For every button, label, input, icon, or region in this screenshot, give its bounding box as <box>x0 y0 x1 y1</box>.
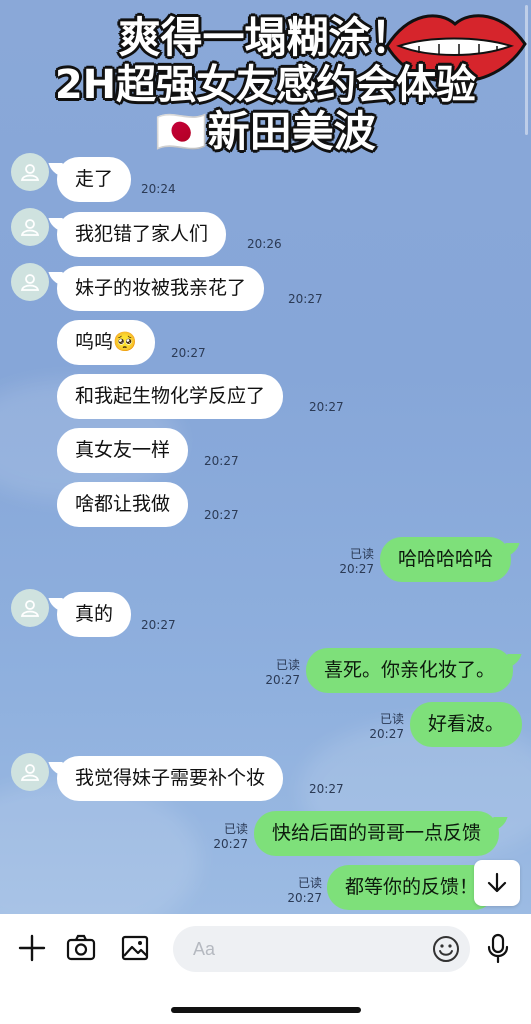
camera-icon <box>66 934 96 961</box>
message-time: 20:27 <box>204 454 239 468</box>
message-bubble[interactable]: 快给后面的哥哥一点反馈 <box>254 811 500 856</box>
message-bubble[interactable]: 走了 <box>57 157 132 202</box>
person-icon <box>20 219 40 236</box>
message-bubble[interactable]: 喜死。你亲化妆了。 <box>306 648 514 693</box>
message-time: 20:27 <box>309 400 344 414</box>
microphone-icon <box>487 933 509 963</box>
message-bubble[interactable]: 好看波。 <box>410 702 523 747</box>
camera-button[interactable] <box>64 931 98 965</box>
read-receipt: 已读 20:27 <box>210 822 248 852</box>
message-time: 20:27 <box>288 292 323 306</box>
arrow-down-icon <box>487 872 507 893</box>
read-receipt: 已读 20:27 <box>284 876 322 906</box>
message-bubble[interactable]: 真女友一样 <box>57 428 189 473</box>
lips-sticker <box>385 14 527 83</box>
read-status: 已读 <box>275 658 300 672</box>
contact-avatar[interactable] <box>11 263 49 301</box>
message-bubble[interactable]: 我犯错了家人们 <box>57 212 227 257</box>
read-status: 已读 <box>379 712 404 726</box>
plus-button[interactable] <box>15 931 49 965</box>
person-icon <box>20 164 40 181</box>
message-bubble[interactable]: 真的 <box>57 592 132 637</box>
contact-avatar[interactable] <box>11 153 49 191</box>
home-indicator[interactable] <box>171 1007 361 1013</box>
message-time: 20:27 <box>213 837 248 851</box>
message-time: 20:24 <box>141 182 176 196</box>
message-bubble[interactable]: 我觉得妹子需要补个妆 <box>57 756 284 801</box>
message-bubble[interactable]: 啥都让我做 <box>57 482 189 527</box>
message-input[interactable]: Aa <box>173 926 470 972</box>
message-input-bar: Aa <box>0 914 531 984</box>
emoji-icon[interactable] <box>432 935 460 963</box>
message-time: 20:27 <box>309 782 344 796</box>
message-bubble[interactable]: 哈哈哈哈哈 <box>380 537 512 582</box>
message-bubble[interactable]: 都等你的反馈！ <box>327 865 497 910</box>
japan-flag-icon: 🇯🇵 <box>155 107 208 157</box>
contact-avatar[interactable] <box>11 589 49 627</box>
plus-icon <box>18 934 46 962</box>
message-time: 20:27 <box>287 891 322 905</box>
chat-area[interactable]: 爽得一塌糊涂！ 2H超强女友感约会体验 🇯🇵新田美波 走了 20:24 我犯错了… <box>0 0 531 914</box>
message-time: 20:26 <box>247 237 282 251</box>
message-time: 20:27 <box>171 346 206 360</box>
person-icon <box>20 764 40 781</box>
message-bubble[interactable]: 呜呜🥺 <box>57 320 155 365</box>
message-time: 20:27 <box>141 618 176 632</box>
overlay-line-3-text: 新田美波 <box>207 107 376 157</box>
contact-avatar[interactable] <box>11 753 49 791</box>
read-status: 已读 <box>297 876 322 890</box>
person-icon <box>20 600 40 617</box>
overlay-line-3: 🇯🇵新田美波 <box>0 108 531 156</box>
message-time: 20:27 <box>339 562 374 576</box>
message-bubble[interactable]: 和我起生物化学反应了 <box>57 374 284 419</box>
message-bubble[interactable]: 妹子的妆被我亲花了 <box>57 266 265 311</box>
scroll-to-bottom-button[interactable] <box>474 860 520 906</box>
image-button[interactable] <box>118 931 152 965</box>
read-status: 已读 <box>223 822 248 836</box>
image-icon <box>121 935 149 961</box>
microphone-button[interactable] <box>481 931 515 965</box>
read-receipt: 已读 20:27 <box>336 547 374 577</box>
message-input-placeholder: Aa <box>193 938 216 959</box>
person-icon <box>20 274 40 291</box>
contact-avatar[interactable] <box>11 208 49 246</box>
read-status: 已读 <box>349 547 374 561</box>
message-time: 20:27 <box>204 508 239 522</box>
message-time: 20:27 <box>369 727 404 741</box>
message-time: 20:27 <box>265 673 300 687</box>
read-receipt: 已读 20:27 <box>366 712 404 742</box>
read-receipt: 已读 20:27 <box>262 658 300 688</box>
